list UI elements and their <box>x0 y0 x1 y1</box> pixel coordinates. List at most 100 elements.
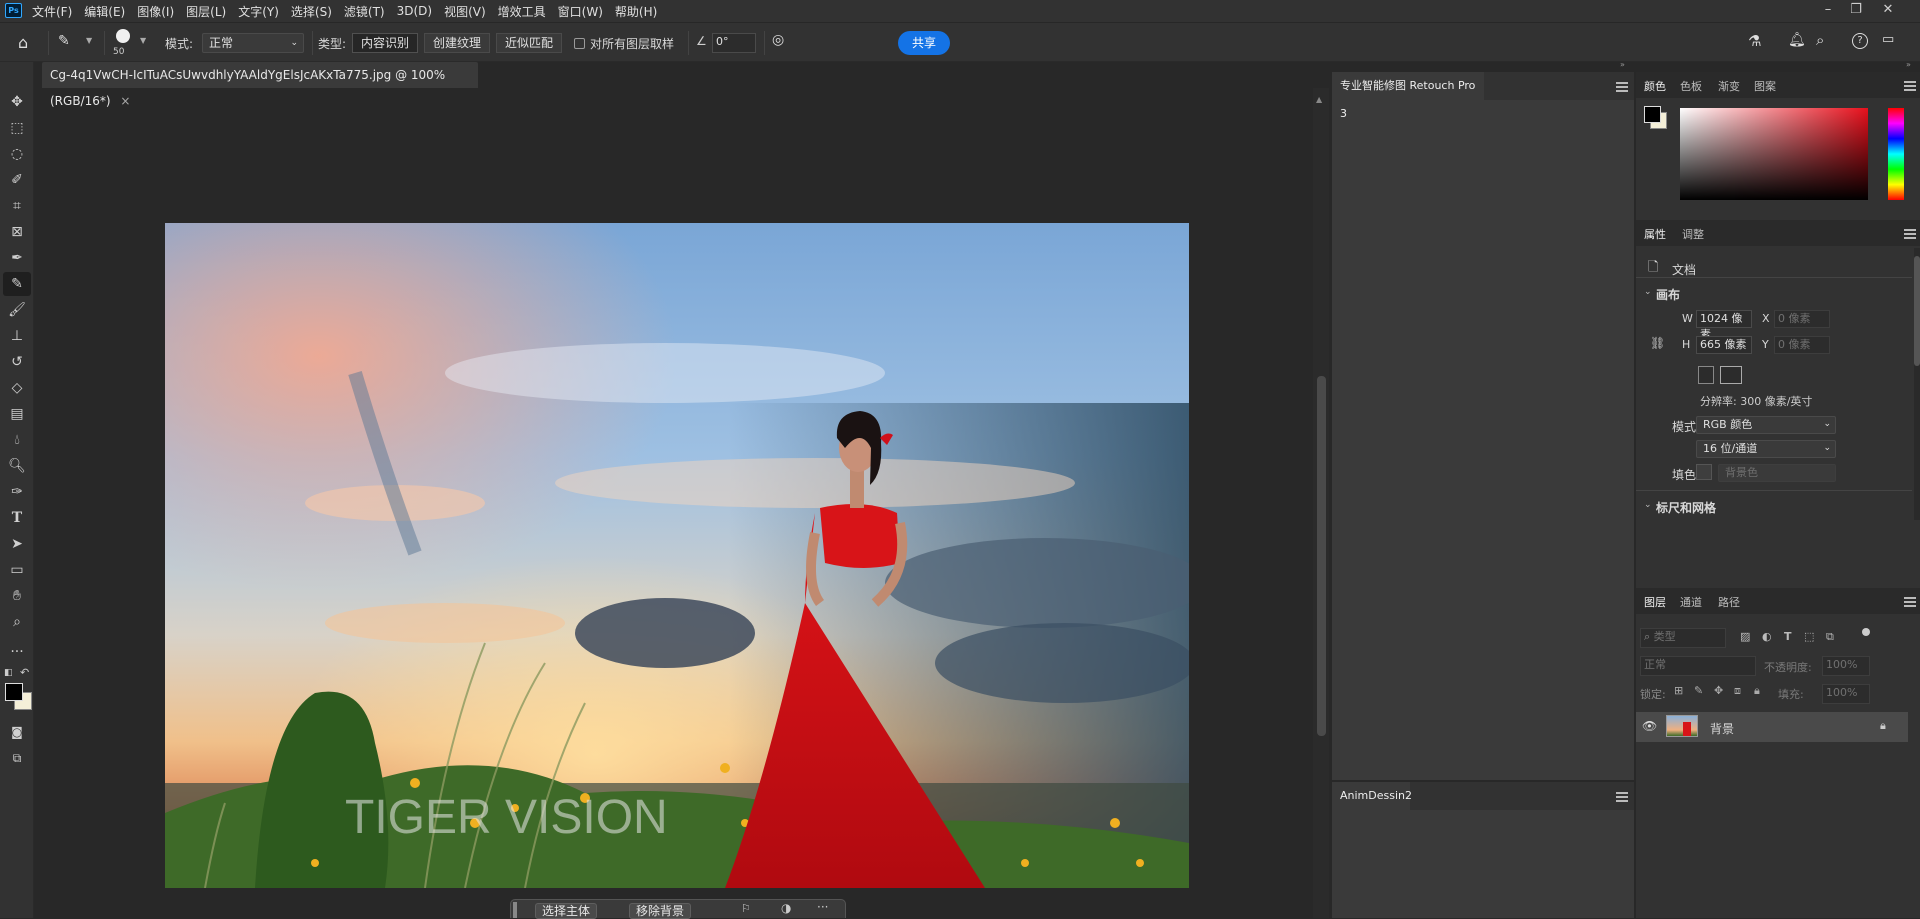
tab-layers[interactable]: 图层 <box>1644 594 1666 610</box>
more-tools-icon[interactable]: ··· <box>3 640 31 664</box>
more-options-icon[interactable]: ··· <box>817 900 828 914</box>
remove-background-button[interactable]: 移除背景 <box>629 903 692 919</box>
marquee-tool-icon[interactable]: ⬚ <box>3 116 31 140</box>
menu-item-5[interactable]: 选择(S) <box>291 3 332 20</box>
clone-stamp-tool-icon[interactable]: ⊥ <box>3 324 31 348</box>
layer-fill-input[interactable]: 100% <box>1822 684 1870 704</box>
home-icon[interactable]: ⌂ <box>18 33 28 52</box>
workspace-icon[interactable]: ▭ <box>1882 32 1894 47</box>
document-tab[interactable]: Cg-4q1VwCH-IcITuACsUwvdhlyYAAldYgElsJcAK… <box>42 62 478 108</box>
brush-preview-icon[interactable] <box>116 29 130 43</box>
portrait-orientation-icon[interactable] <box>1698 366 1714 384</box>
eyedropper-tool-icon[interactable]: ✒ <box>3 246 31 270</box>
lasso-tool-icon[interactable]: ◌ <box>3 142 31 166</box>
zoom-tool-icon[interactable]: ⌕ <box>3 610 31 634</box>
tab-gradients[interactable]: 渐变 <box>1718 78 1740 94</box>
color-field[interactable] <box>1680 108 1868 200</box>
x-input[interactable]: 0 像素 <box>1774 310 1830 328</box>
beaker-icon[interactable]: ⚗ <box>1748 32 1761 50</box>
filter-shape-icon[interactable]: ⬚ <box>1804 630 1814 643</box>
lock-position-icon[interactable]: ✥ <box>1714 684 1723 697</box>
rectangle-tool-icon[interactable]: ▭ <box>3 558 31 582</box>
move-tool-icon[interactable]: ✥ <box>3 90 31 114</box>
mode-select[interactable]: 正常 ⌄ <box>202 33 304 53</box>
panel-collapse-icon[interactable]: » <box>1620 60 1625 69</box>
tab-patterns[interactable]: 图案 <box>1754 78 1776 94</box>
menu-item-6[interactable]: 滤镜(T) <box>344 3 385 20</box>
landscape-orientation-icon[interactable] <box>1720 366 1742 384</box>
filter-pixel-icon[interactable]: ▨ <box>1740 630 1750 643</box>
height-input[interactable]: 665 像素 <box>1696 336 1752 354</box>
panel-collapse-right-icon[interactable]: » <box>1906 60 1911 69</box>
close-window-icon[interactable]: ✕ <box>1874 0 1902 22</box>
spot-healing-tool-icon[interactable]: ✎ <box>3 272 31 296</box>
sample-all-checkbox[interactable] <box>574 38 585 49</box>
layer-row[interactable]: 👁︎ 背景 🔒︎ <box>1636 712 1908 742</box>
type-content-aware[interactable]: 内容识别 <box>352 33 419 53</box>
foreground-color-swatch[interactable] <box>5 683 23 701</box>
tab-swatches[interactable]: 色板 <box>1680 78 1702 94</box>
lock-transparent-icon[interactable]: ⊞ <box>1674 684 1683 697</box>
path-select-tool-icon[interactable]: ➤ <box>3 532 31 556</box>
filter-toggle-icon[interactable] <box>1862 628 1870 636</box>
pressure-size-icon[interactable]: ◎ <box>772 32 784 48</box>
dodge-tool-icon[interactable]: 🔍︎ <box>3 454 31 478</box>
properties-scrollbar[interactable] <box>1914 248 1920 520</box>
select-subject-button[interactable]: 选择主体 <box>535 903 598 919</box>
gradient-tool-icon[interactable]: ▤ <box>3 402 31 426</box>
bell-icon[interactable]: 🔔︎ <box>1788 32 1806 48</box>
panel-menu-icon[interactable] <box>1616 792 1628 802</box>
fill-swatch[interactable] <box>1696 464 1712 480</box>
lock-all-icon[interactable]: 🔒︎ <box>1754 684 1760 698</box>
tab-paths[interactable]: 路径 <box>1718 594 1740 610</box>
type-tool-icon[interactable]: T <box>3 506 31 530</box>
flag-icon[interactable]: ⚐ <box>741 902 751 915</box>
blend-mode-select[interactable]: 正常 <box>1640 656 1756 676</box>
angle-input[interactable]: 0° <box>712 33 756 53</box>
close-tab-icon[interactable]: × <box>120 94 130 108</box>
panel-fg-swatch[interactable] <box>1644 106 1661 123</box>
brush-tool-icon[interactable]: 🖌︎ <box>3 298 31 322</box>
tab-channels[interactable]: 通道 <box>1680 594 1702 610</box>
drag-handle[interactable] <box>513 902 517 918</box>
tab-properties[interactable]: 属性 <box>1644 226 1666 242</box>
default-colors-icon[interactable]: ◧ <box>4 668 13 678</box>
panel-menu-icon[interactable] <box>1904 229 1916 239</box>
fill-select[interactable]: 背景色 <box>1718 464 1836 482</box>
document-scrollbar[interactable]: ▲ <box>1313 88 1329 918</box>
menu-item-2[interactable]: 图像(I) <box>137 3 174 20</box>
bit-depth-select[interactable]: 16 位/通道 ⌄ <box>1696 440 1836 458</box>
menu-item-10[interactable]: 窗口(W) <box>558 3 603 20</box>
canvas-image[interactable]: TIGER VISION <box>165 223 1189 888</box>
filter-smart-object-icon[interactable]: ⧉ <box>1826 630 1834 644</box>
menu-item-9[interactable]: 增效工具 <box>498 3 546 20</box>
layer-visibility-icon[interactable]: 👁︎ <box>1642 719 1657 733</box>
menu-item-11[interactable]: 帮助(H) <box>615 3 657 20</box>
hand-tool-icon[interactable]: ✋︎ <box>3 584 31 608</box>
canvas-collapse-icon[interactable]: ⌄ <box>1644 287 1652 297</box>
menu-item-7[interactable]: 3D(D) <box>397 4 432 18</box>
panel-menu-icon[interactable] <box>1904 597 1916 607</box>
opacity-input[interactable]: 100% <box>1822 656 1870 676</box>
spot-healing-brush-icon[interactable]: ✎ <box>58 33 70 49</box>
menu-item-0[interactable]: 文件(F) <box>32 3 72 20</box>
history-brush-tool-icon[interactable]: ↺ <box>3 350 31 374</box>
blur-tool-icon[interactable]: 💧︎ <box>3 428 31 452</box>
tab-adjustments[interactable]: 调整 <box>1682 226 1704 242</box>
hue-slider[interactable] <box>1888 108 1904 200</box>
filter-type-icon[interactable]: T <box>1784 630 1792 643</box>
panel-menu-icon[interactable] <box>1904 81 1916 91</box>
color-mode-select[interactable]: RGB 颜色 ⌄ <box>1696 416 1836 434</box>
crop-tool-icon[interactable]: ⌗ <box>3 194 31 218</box>
tab-color[interactable]: 颜色 <box>1644 78 1666 94</box>
filter-adjustment-icon[interactable]: ◐ <box>1762 630 1772 643</box>
swap-colors-icon[interactable]: ↶ <box>20 666 29 679</box>
width-input[interactable]: 1024 像素 <box>1696 310 1752 341</box>
help-icon[interactable]: ? <box>1852 33 1868 49</box>
panel-menu-icon[interactable] <box>1616 82 1628 92</box>
brush-picker-chevron-icon[interactable]: ▼ <box>140 36 146 45</box>
menu-item-8[interactable]: 视图(V) <box>444 3 486 20</box>
lock-artboard-icon[interactable]: ⧈ <box>1734 684 1741 698</box>
screen-mode-icon[interactable]: ⧉ <box>3 746 31 770</box>
frame-tool-icon[interactable]: ⊠ <box>3 220 31 244</box>
